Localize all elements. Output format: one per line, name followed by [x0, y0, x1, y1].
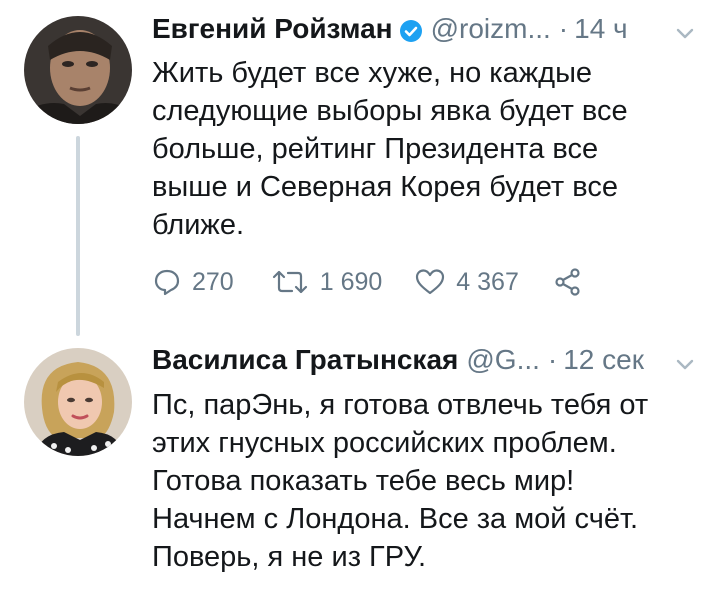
thread-line [76, 136, 80, 336]
like-button[interactable]: 4 367 [414, 267, 519, 297]
separator-dot: · [558, 13, 569, 44]
tweet-actions: 270 1 690 4 367 [152, 262, 583, 302]
author-name[interactable]: Василиса Гратынская [152, 343, 458, 377]
separator-dot: · [547, 344, 558, 375]
retweet-icon [270, 267, 310, 297]
avatar-gratynskaya[interactable] [24, 348, 132, 456]
tweet-text: Жить будет все хуже, но каждые следующие… [152, 57, 628, 241]
chevron-down-icon[interactable] [675, 27, 695, 41]
author-handle[interactable]: @G... [466, 343, 540, 377]
retweet-count: 1 690 [319, 267, 383, 296]
share-icon [553, 267, 583, 297]
author-name[interactable]: Евгений Ройзман [152, 12, 393, 46]
tweet-text: Пс, парЭнь, я готова отвлечь тебя от эти… [152, 389, 649, 573]
timestamp[interactable]: 14 ч [574, 12, 628, 46]
timestamp[interactable]: 12 сек [563, 343, 644, 377]
retweet-button[interactable]: 1 690 [270, 267, 383, 297]
share-button[interactable] [553, 267, 583, 297]
chevron-down-icon[interactable] [675, 358, 695, 372]
verified-badge-icon [399, 17, 423, 42]
reply-count: 270 [192, 267, 234, 296]
reply-button[interactable]: 270 [152, 267, 234, 297]
avatar-roizman[interactable] [24, 16, 132, 124]
like-icon [414, 267, 446, 297]
author-handle[interactable]: @roizm... [431, 12, 551, 46]
reply-icon [152, 267, 182, 297]
like-count: 4 367 [456, 267, 519, 296]
